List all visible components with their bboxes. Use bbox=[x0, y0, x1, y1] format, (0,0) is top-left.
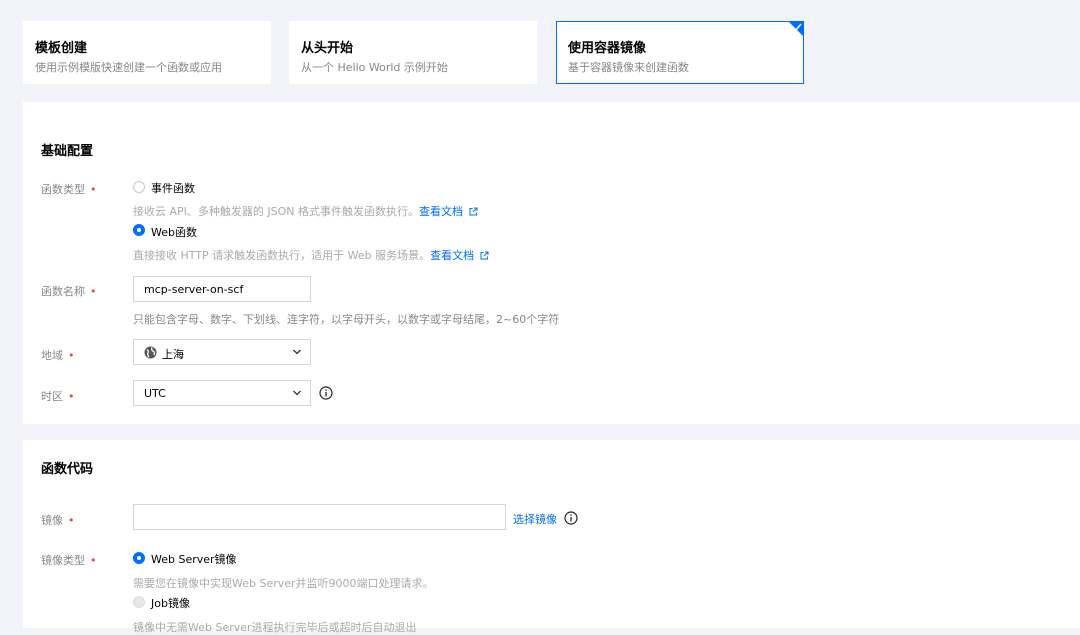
region-select[interactable]: 上海 bbox=[133, 339, 311, 365]
required-mark: • bbox=[68, 514, 75, 527]
required-mark: • bbox=[90, 554, 97, 567]
option-web-function-label: Web函数 bbox=[151, 226, 197, 239]
basic-config-panel: 基础配置 函数类型 • 事件函数 接收云 API、多种触发器的 JSON 格式事件… bbox=[23, 102, 1080, 424]
globe-icon bbox=[144, 346, 157, 359]
hint-text: 直接接收 HTTP 请求触发函数执行，适用于 Web 服务场景。 bbox=[133, 249, 431, 262]
card-description: 从一个 Hello World 示例开始 bbox=[301, 61, 448, 74]
view-docs-link[interactable]: 查看文档 bbox=[430, 249, 474, 262]
section-title: 函数代码 bbox=[41, 462, 94, 477]
label-text: 时区 bbox=[41, 390, 63, 403]
info-icon[interactable] bbox=[319, 386, 333, 400]
check-icon bbox=[792, 23, 802, 31]
web-server-image-hint: 需要您在镜像中实现Web Server并监听9000端口处理请求。 bbox=[133, 577, 434, 590]
chevron-down-icon bbox=[293, 390, 301, 396]
image-input[interactable] bbox=[133, 504, 506, 530]
label-text: 函数名称 bbox=[41, 285, 85, 298]
label-text: 地域 bbox=[41, 349, 63, 362]
required-mark: • bbox=[68, 390, 75, 403]
region-label: 地域 • bbox=[41, 347, 75, 363]
region-value: 上海 bbox=[162, 348, 184, 361]
web-function-hint: 直接接收 HTTP 请求触发函数执行，适用于 Web 服务场景。查看文档 bbox=[133, 247, 489, 263]
external-link-icon[interactable] bbox=[480, 251, 489, 260]
label-text: 镜像类型 bbox=[41, 554, 85, 567]
card-title: 模板创建 bbox=[35, 41, 88, 56]
required-mark: • bbox=[90, 183, 97, 196]
function-name-input[interactable] bbox=[133, 276, 311, 302]
template-card-container-image[interactable]: 使用容器镜像 基于容器镜像来创建函数 bbox=[556, 21, 804, 84]
timezone-value: UTC bbox=[144, 387, 166, 400]
option-job-image-label: Job镜像 bbox=[151, 597, 190, 610]
function-name-hint: 只能包含字母、数字、下划线、连字符，以字母开头，以数字或字母结尾，2~60个字符 bbox=[133, 313, 560, 326]
option-web-server-image-label: Web Server镜像 bbox=[151, 553, 237, 566]
option-event-function-label: 事件函数 bbox=[151, 182, 195, 195]
template-card-template[interactable]: 模板创建 使用示例模版快速创建一个函数或应用 bbox=[23, 21, 271, 84]
radio-web-function[interactable] bbox=[133, 224, 145, 236]
function-code-panel: 函数代码 镜像 • 选择镜像 镜像类型 • Web Server镜像 需要您在镜像中… bbox=[23, 440, 1080, 634]
radio-web-server-image[interactable] bbox=[133, 552, 145, 564]
view-docs-link[interactable]: 查看文档 bbox=[419, 205, 463, 218]
card-description: 使用示例模版快速创建一个函数或应用 bbox=[35, 61, 222, 74]
hint-text: 接收云 API、多种触发器的 JSON 格式事件触发函数执行。 bbox=[133, 205, 420, 218]
image-type-label: 镜像类型 • bbox=[41, 552, 97, 568]
timezone-label: 时区 • bbox=[41, 388, 75, 404]
card-title: 使用容器镜像 bbox=[568, 41, 647, 56]
required-mark: • bbox=[90, 285, 97, 298]
label-text: 函数类型 bbox=[41, 183, 85, 196]
function-name-label: 函数名称 • bbox=[41, 283, 97, 299]
card-title: 从头开始 bbox=[301, 41, 354, 56]
label-text: 镜像 bbox=[41, 514, 63, 527]
section-title: 基础配置 bbox=[41, 144, 94, 159]
card-description: 基于容器镜像来创建函数 bbox=[568, 61, 689, 74]
radio-event-function[interactable] bbox=[133, 181, 145, 193]
job-image-hint: 镜像中无需Web Server进程执行完毕后或超时后自动退出 bbox=[133, 621, 417, 634]
chevron-down-icon bbox=[293, 349, 301, 355]
select-image-link[interactable]: 选择镜像 bbox=[513, 511, 557, 527]
required-mark: • bbox=[68, 349, 75, 362]
timezone-select[interactable]: UTC bbox=[133, 380, 311, 406]
event-function-hint: 接收云 API、多种触发器的 JSON 格式事件触发函数执行。查看文档 bbox=[133, 203, 478, 219]
external-link-icon[interactable] bbox=[469, 207, 478, 216]
image-label: 镜像 • bbox=[41, 512, 75, 528]
function-type-label: 函数类型 • bbox=[41, 181, 97, 197]
template-card-scratch[interactable]: 从头开始 从一个 Hello World 示例开始 bbox=[289, 21, 537, 84]
radio-job-image[interactable] bbox=[133, 596, 145, 608]
info-icon[interactable] bbox=[564, 511, 578, 525]
